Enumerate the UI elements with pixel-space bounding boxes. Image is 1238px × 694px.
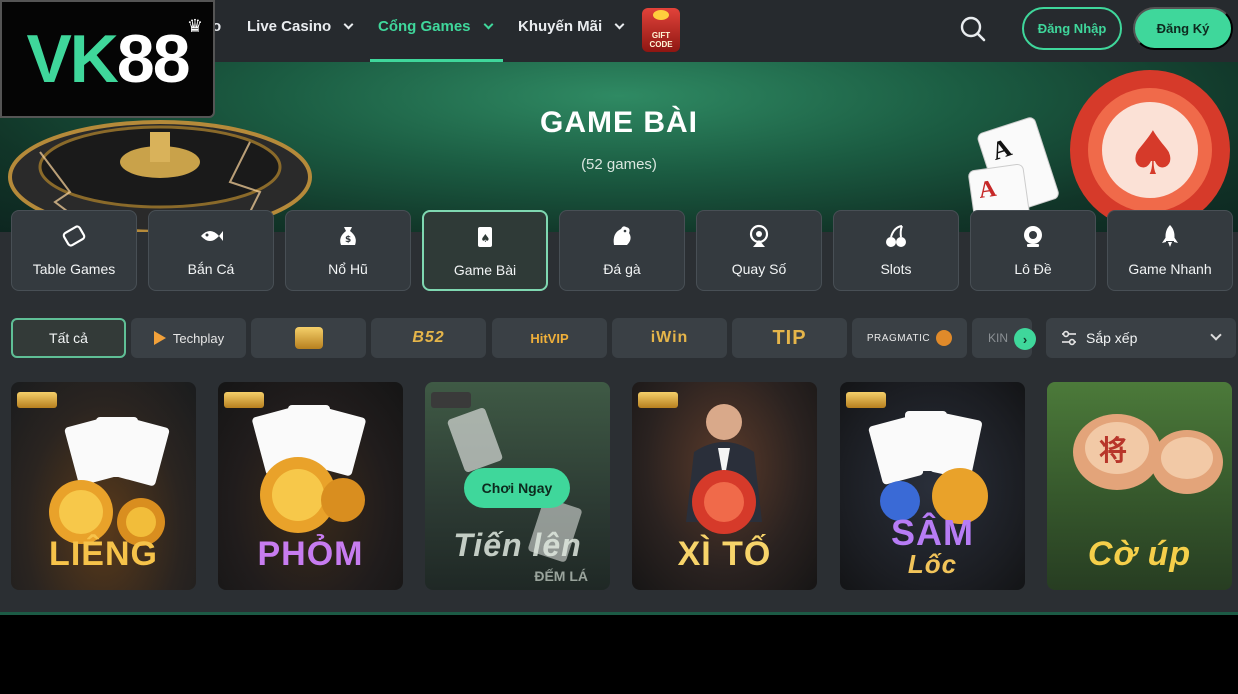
provider-name: KIN xyxy=(988,331,1009,345)
table-games-icon xyxy=(62,225,86,247)
category-label: Lô Đề xyxy=(1014,261,1052,277)
vk88-logo[interactable]: VK 88 ♛ xyxy=(0,0,215,118)
pragmatic-logo-icon xyxy=(936,330,953,346)
provider-filter-pragmatic[interactable]: PRAGMATIC xyxy=(852,318,967,358)
logo-88: 88 xyxy=(116,21,191,97)
game-artwork: 将 xyxy=(1073,414,1223,494)
page: o Live Casino Cổng Games Khuyến Mãi GIFT… xyxy=(0,0,1238,694)
cards-and-chip-illustration: A A ♠ xyxy=(968,70,1230,232)
gift-bow-icon xyxy=(653,10,669,20)
sort-dropdown[interactable]: Sắp xếp xyxy=(1046,318,1236,358)
techplay-logo-icon xyxy=(153,331,166,345)
gift-code-button[interactable]: GIFT CODE xyxy=(642,8,680,52)
category-no-hu[interactable]: $ Nổ Hũ xyxy=(285,210,411,291)
category-da-ga[interactable]: Đá gà xyxy=(559,210,685,291)
nav-item-live-casino[interactable]: Live Casino xyxy=(247,18,354,35)
chevron-down-icon xyxy=(1210,329,1222,341)
game-subtitle: ĐẾM LÁ xyxy=(534,568,588,584)
fish-icon xyxy=(201,231,223,241)
provider-filter-all[interactable]: Tất cả xyxy=(11,318,126,358)
provider-filter-b52[interactable]: B52 xyxy=(371,318,486,358)
category-label: Quay Số xyxy=(731,261,787,277)
cherry-icon xyxy=(886,225,906,247)
game-card-sam-loc[interactable]: SÂM Lốc xyxy=(840,382,1025,590)
card-icon: ♠ xyxy=(478,227,492,247)
provider-filter-iwin[interactable]: iWin xyxy=(612,318,727,358)
nav-item-khuyen-mai[interactable]: Khuyến Mãi xyxy=(518,18,625,35)
svg-text:将: 将 xyxy=(1099,434,1127,467)
game-title: LIÊNG xyxy=(49,535,158,573)
search-icon[interactable] xyxy=(958,14,988,44)
scroll-right-button[interactable]: › xyxy=(1014,328,1036,350)
gold-club-logo-icon xyxy=(294,327,323,349)
gift-code-line2: CODE xyxy=(649,40,673,49)
game-card-lieng[interactable]: LIÊNG xyxy=(11,382,196,590)
game-card-xi-to[interactable]: XÌ TỐ xyxy=(632,382,817,590)
nav-item-label: Live Casino xyxy=(247,18,332,35)
category-label: Game Bài xyxy=(453,262,517,278)
game-card-phom[interactable]: PHỎM xyxy=(218,382,403,590)
gift-code-line1: GIFT xyxy=(651,31,671,40)
game-subtitle: Lốc xyxy=(907,549,958,579)
category-label: Table Games xyxy=(32,261,116,277)
category-slots[interactable]: Slots xyxy=(833,210,959,291)
nav-item-cong-games[interactable]: Cổng Games xyxy=(378,18,493,35)
category-label: Slots xyxy=(880,261,912,277)
sort-label: Sắp xếp xyxy=(1086,330,1138,346)
provider-filter-tip[interactable]: TIP xyxy=(732,318,847,358)
nav-item-label: Cổng Games xyxy=(378,18,471,35)
login-button[interactable]: Đăng Nhập xyxy=(1022,7,1122,50)
provider-filter-techplay[interactable]: Techplay xyxy=(131,318,246,358)
chevron-down-icon xyxy=(343,19,354,30)
game-title: PHỎM xyxy=(257,535,364,573)
footer xyxy=(0,615,1238,694)
category-label: Nổ Hũ xyxy=(328,261,368,277)
rocket-icon xyxy=(1162,225,1178,247)
category-game-nhanh[interactable]: Game Nhanh xyxy=(1107,210,1233,291)
category-lo-de[interactable]: Lô Đề xyxy=(970,210,1096,291)
svg-text:$: $ xyxy=(345,235,351,245)
svg-text:♠: ♠ xyxy=(1126,119,1180,189)
game-card-co-up[interactable]: 将 Cờ úp xyxy=(1047,382,1232,590)
sliders-icon xyxy=(1062,330,1076,346)
money-bag-icon: $ xyxy=(340,227,356,245)
category-label: Game Nhanh xyxy=(1128,261,1212,277)
chevron-down-icon xyxy=(614,19,625,30)
provider-filter-gold-club[interactable] xyxy=(251,318,366,358)
provider-filter-hitvip[interactable]: HitVIP xyxy=(492,318,607,358)
game-title: XÌ TỐ xyxy=(677,535,772,573)
game-artwork xyxy=(686,404,762,534)
play-now-button[interactable]: Chơi Ngay xyxy=(464,468,570,508)
category-label: Bắn Cá xyxy=(187,261,235,277)
game-card-tien-len[interactable]: Chơi Ngay Tiến lên ĐẾM LÁ xyxy=(425,382,610,590)
game-title: Tiến lên xyxy=(453,527,582,563)
lottery-icon xyxy=(749,224,769,247)
rooster-icon xyxy=(613,226,631,245)
game-title: SÂM xyxy=(891,512,974,553)
provider-name: Techplay xyxy=(172,330,225,346)
game-artwork xyxy=(252,405,366,533)
provider-name: TIP xyxy=(772,326,807,349)
provider-name: HitVIP xyxy=(530,330,569,346)
chevron-down-icon xyxy=(483,19,493,30)
game-artwork xyxy=(49,417,170,546)
register-button[interactable]: Đăng Ký xyxy=(1133,7,1233,50)
category-ban-ca[interactable]: Bắn Cá xyxy=(148,210,274,291)
category-table-games[interactable]: Table Games xyxy=(11,210,137,291)
provider-name: iWin xyxy=(650,329,689,346)
crown-icon: ♛ xyxy=(186,16,203,36)
provider-name: PRAGMATIC xyxy=(866,332,931,344)
logo-vk: VK xyxy=(26,21,118,97)
category-label: Đá gà xyxy=(603,261,641,277)
ball-icon xyxy=(1024,226,1042,247)
provider-name: B52 xyxy=(412,329,445,346)
category-game-bai[interactable]: ♠ Game Bài xyxy=(422,210,548,291)
category-quay-so[interactable]: Quay Số xyxy=(696,210,822,291)
nav-item-label: Khuyến Mãi xyxy=(518,18,603,35)
game-title: Cờ úp xyxy=(1087,535,1192,573)
svg-text:♠: ♠ xyxy=(481,232,491,245)
